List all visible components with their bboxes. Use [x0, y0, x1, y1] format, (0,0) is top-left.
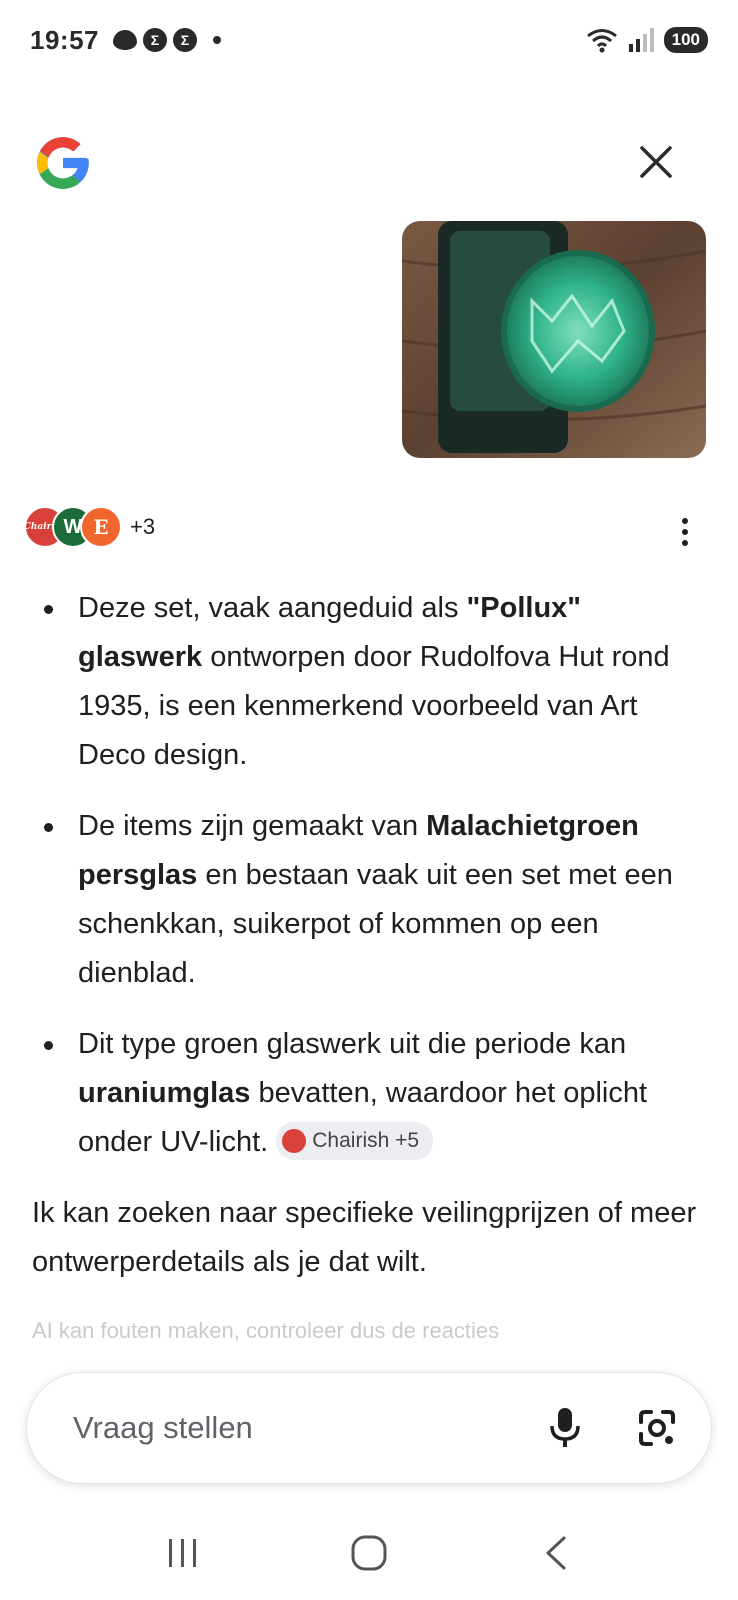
follow-up-text: Ik kan zoeken naar specifieke veilingpri…: [32, 1197, 697, 1278]
status-time: 19:57: [30, 24, 99, 55]
status-bar: 19:57 Σ Σ 100: [0, 0, 738, 80]
recent-apps-icon: [169, 1538, 196, 1567]
system-nav-bar: [0, 1505, 738, 1600]
ai-answer: Deze set, vaak aangeduid als "Pollux" gl…: [32, 584, 712, 1287]
bullet-text: Dit type groen glaswerk uit die periode …: [78, 1028, 627, 1060]
microphone-icon: [550, 1408, 580, 1447]
ai-disclaimer: AI kan fouten maken, controleer dus de r…: [32, 1318, 500, 1343]
answer-bullet: Deze set, vaak aangeduid als "Pollux" gl…: [32, 584, 712, 780]
back-icon: [546, 1536, 566, 1569]
app-notification-icon: Σ: [143, 28, 167, 52]
close-button[interactable]: [632, 138, 680, 186]
citation-chip-label: Chairish +5: [312, 1129, 420, 1153]
battery-icon: 100: [663, 27, 708, 53]
more-options-button[interactable]: [670, 514, 700, 550]
chat-notification-icon: [113, 30, 137, 50]
sources-row[interactable]: Chairish W E +3: [24, 506, 155, 548]
answer-bullet: Dit type groen glaswerk uit die periode …: [32, 1020, 712, 1167]
voice-search-button[interactable]: [537, 1400, 593, 1456]
recent-apps-button[interactable]: [153, 1523, 213, 1583]
app-notification-icon: Σ: [173, 28, 197, 52]
more-vert-icon: [682, 540, 688, 546]
answer-bullets: Deze set, vaak aangeduid als "Pollux" gl…: [32, 584, 712, 1167]
more-notifications-icon: [213, 36, 221, 44]
google-g-logo: [37, 137, 89, 189]
home-icon: [351, 1535, 387, 1570]
bullet-text: Deze set, vaak aangeduid als: [78, 592, 467, 624]
back-button[interactable]: [525, 1523, 585, 1583]
signal-icon: [628, 28, 654, 52]
sources-more-count: +3: [130, 514, 156, 539]
camera-lens-icon: [639, 1410, 675, 1446]
photo-thumbnail: [402, 221, 706, 458]
home-button[interactable]: [339, 1523, 399, 1583]
bullet-bold: uraniumglas: [78, 1077, 251, 1109]
wifi-icon: [586, 29, 617, 53]
answer-bullet: De items zijn gemaakt van Malachietgroen…: [32, 802, 712, 998]
system-status-icons: 100: [586, 27, 708, 53]
chairish-logo-icon: [282, 1129, 307, 1154]
more-vert-icon: [682, 518, 688, 524]
notification-icons: Σ Σ: [113, 28, 221, 52]
more-vert-icon: [682, 529, 688, 535]
citation-chip[interactable]: Chairish +5: [276, 1122, 434, 1161]
ask-bar: [26, 1372, 712, 1484]
bullet-text: De items zijn gemaakt van: [78, 810, 427, 842]
close-icon: [640, 146, 672, 178]
lens-search-button[interactable]: [629, 1400, 685, 1456]
ask-input[interactable]: [73, 1410, 537, 1446]
source-avatar-e: E: [80, 506, 122, 548]
attached-photo[interactable]: [402, 221, 706, 458]
